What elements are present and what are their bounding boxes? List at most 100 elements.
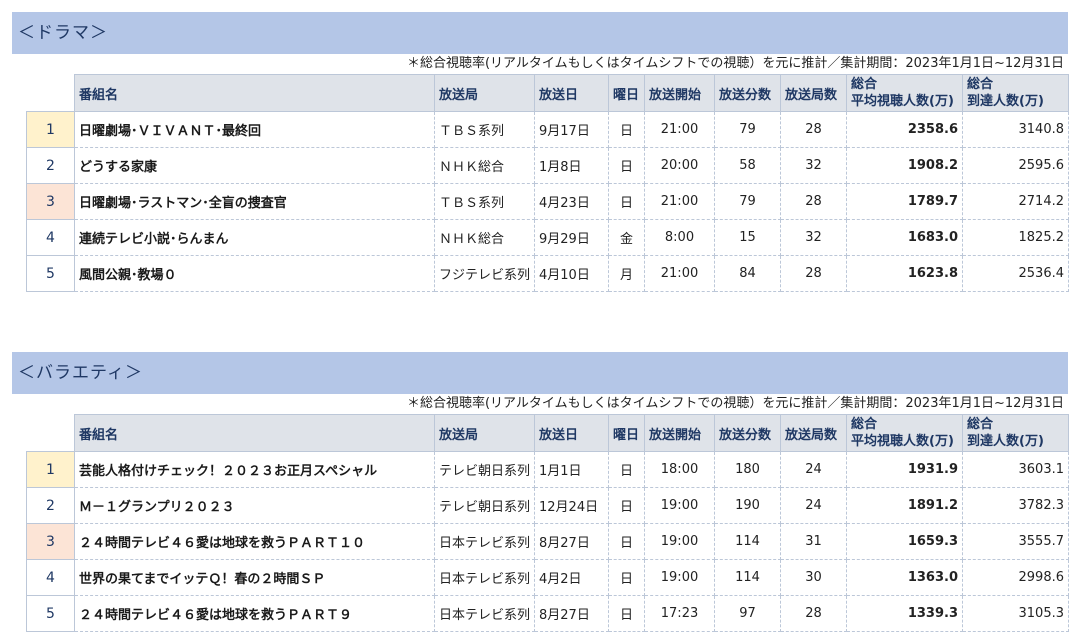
day-cell: 月 xyxy=(608,255,645,292)
day-cell: 日 xyxy=(608,487,645,524)
station-cell: テレビ朝日系列 xyxy=(434,451,535,488)
date-cell: 8月27日 xyxy=(534,523,609,560)
day-cell: 日 xyxy=(608,595,645,632)
ranking-table: 番組名 放送局 放送日 曜日 放送開始 放送分数 放送局数 総合 平均視聴人数(万… xyxy=(26,74,1069,292)
rank-cell: 3 xyxy=(26,523,75,560)
header-name: 番組名 xyxy=(74,414,435,452)
stations-cell: 32 xyxy=(780,147,847,184)
note-text: ＊総合視聴率(リアルタイムもしくはタイムシフトでの視聴）を元に推計／集計期間：2… xyxy=(406,56,1064,71)
table-row: 2 Ｍ－１グランプリ２０２３ テレビ朝日系列 12月24日 日 19:00 19… xyxy=(26,487,1069,524)
rank-cell: 1 xyxy=(26,451,75,488)
table-row: 4 世界の果てまでイッテＱ！春の２時間ＳＰ 日本テレビ系列 4月2日 日 19:… xyxy=(26,559,1069,596)
station-cell: 日本テレビ系列 xyxy=(434,595,535,632)
program-name: ２４時間テレビ４６愛は地球を救うＰＡＲＴ９ xyxy=(74,595,435,632)
reach-cell: 3555.7 xyxy=(962,523,1069,560)
header-avg-line1: 総合 xyxy=(851,77,878,92)
header-station: 放送局 xyxy=(434,74,535,112)
section-title: ＜バラエティ＞ xyxy=(12,352,1068,394)
date-cell: 4月10日 xyxy=(534,255,609,292)
note-text: ＊総合視聴率(リアルタイムもしくはタイムシフトでの視聴）を元に推計／集計期間：2… xyxy=(406,396,1064,411)
header-minutes: 放送分数 xyxy=(714,414,781,452)
header-start: 放送開始 xyxy=(644,414,715,452)
rank-cell: 5 xyxy=(26,255,75,292)
station-cell: ＮＨＫ総合 xyxy=(434,219,535,256)
minutes-cell: 114 xyxy=(714,559,781,596)
header-reach-line1: 総合 xyxy=(967,417,994,432)
start-cell: 18:00 xyxy=(644,451,715,488)
date-cell: 4月2日 xyxy=(534,559,609,596)
ranking-table: 番組名 放送局 放送日 曜日 放送開始 放送分数 放送局数 総合 平均視聴人数(万… xyxy=(26,414,1069,632)
reach-cell: 3105.3 xyxy=(962,595,1069,632)
date-cell: 8月27日 xyxy=(534,595,609,632)
day-cell: 日 xyxy=(608,559,645,596)
start-cell: 8:00 xyxy=(644,219,715,256)
stations-cell: 31 xyxy=(780,523,847,560)
header-date: 放送日 xyxy=(534,414,609,452)
program-name: ２４時間テレビ４６愛は地球を救うＰＡＲＴ１０ xyxy=(74,523,435,560)
day-cell: 日 xyxy=(608,523,645,560)
reach-cell: 2714.2 xyxy=(962,183,1069,220)
date-cell: 4月23日 xyxy=(534,183,609,220)
header-reach: 総合 到達人数(万) xyxy=(962,74,1069,112)
minutes-cell: 180 xyxy=(714,451,781,488)
avg-cell: 1789.7 xyxy=(846,183,963,220)
variety-section: ＜バラエティ＞ ＊総合視聴率(リアルタイムもしくはタイムシフトでの視聴）を元に推… xyxy=(12,352,1069,632)
station-cell: テレビ朝日系列 xyxy=(434,487,535,524)
start-cell: 19:00 xyxy=(644,523,715,560)
minutes-cell: 58 xyxy=(714,147,781,184)
header-reach-line1: 総合 xyxy=(967,77,994,92)
header-stations: 放送局数 xyxy=(780,74,847,112)
table-row: 5 ２４時間テレビ４６愛は地球を救うＰＡＲＴ９ 日本テレビ系列 8月27日 日 … xyxy=(26,595,1069,632)
day-cell: 日 xyxy=(608,147,645,184)
day-cell: 日 xyxy=(608,183,645,220)
minutes-cell: 79 xyxy=(714,183,781,220)
header-day: 曜日 xyxy=(608,74,645,112)
header-minutes: 放送分数 xyxy=(714,74,781,112)
date-cell: 9月29日 xyxy=(534,219,609,256)
program-name: 日曜劇場･ラストマン･全盲の捜査官 xyxy=(74,183,435,220)
corner-cell xyxy=(26,74,75,112)
start-cell: 20:00 xyxy=(644,147,715,184)
minutes-cell: 79 xyxy=(714,111,781,148)
station-cell: 日本テレビ系列 xyxy=(434,523,535,560)
minutes-cell: 84 xyxy=(714,255,781,292)
header-avg: 総合平均視聴人数(万) xyxy=(846,74,963,112)
day-cell: 日 xyxy=(608,451,645,488)
reach-cell: 2998.6 xyxy=(962,559,1069,596)
header-date: 放送日 xyxy=(534,74,609,112)
station-cell: ＮＨＫ総合 xyxy=(434,147,535,184)
corner-cell xyxy=(26,414,75,452)
start-cell: 17:23 xyxy=(644,595,715,632)
start-cell: 21:00 xyxy=(644,183,715,220)
avg-cell: 2358.6 xyxy=(846,111,963,148)
stations-cell: 30 xyxy=(780,559,847,596)
stations-cell: 28 xyxy=(780,111,847,148)
rank-cell: 2 xyxy=(26,147,75,184)
header-stations: 放送局数 xyxy=(780,414,847,452)
table-row: 1 芸能人格付けチェック！２０２３お正月スペシャル テレビ朝日系列 1月1日 日… xyxy=(26,451,1069,488)
program-name: Ｍ－１グランプリ２０２３ xyxy=(74,487,435,524)
header-avg-line1: 総合 xyxy=(851,417,878,432)
start-cell: 21:00 xyxy=(644,255,715,292)
reach-cell: 1825.2 xyxy=(962,219,1069,256)
program-name: 世界の果てまでイッテＱ！春の２時間ＳＰ xyxy=(74,559,435,596)
day-cell: 金 xyxy=(608,219,645,256)
station-cell: ＴＢＳ系列 xyxy=(434,183,535,220)
program-name: 連続テレビ小説･らんまん xyxy=(74,219,435,256)
header-station: 放送局 xyxy=(434,414,535,452)
stations-cell: 28 xyxy=(780,255,847,292)
table-row: 5 風間公親･教場０ フジテレビ系列 4月10日 月 21:00 84 28 1… xyxy=(26,255,1069,292)
reach-cell: 2536.4 xyxy=(962,255,1069,292)
table-row: 4 連続テレビ小説･らんまん ＮＨＫ総合 9月29日 金 8:00 15 32 … xyxy=(26,219,1069,256)
avg-cell: 1339.3 xyxy=(846,595,963,632)
header-reach-line2: 到達人数(万) xyxy=(967,434,1044,449)
rank-cell: 4 xyxy=(26,559,75,596)
program-name: 芸能人格付けチェック！２０２３お正月スペシャル xyxy=(74,451,435,488)
reach-cell: 3782.3 xyxy=(962,487,1069,524)
date-cell: 1月8日 xyxy=(534,147,609,184)
date-cell: 12月24日 xyxy=(534,487,609,524)
rank-cell: 1 xyxy=(26,111,75,148)
station-cell: フジテレビ系列 xyxy=(434,255,535,292)
day-cell: 日 xyxy=(608,111,645,148)
header-avg-line2: 平均視聴人数(万) xyxy=(851,94,954,109)
